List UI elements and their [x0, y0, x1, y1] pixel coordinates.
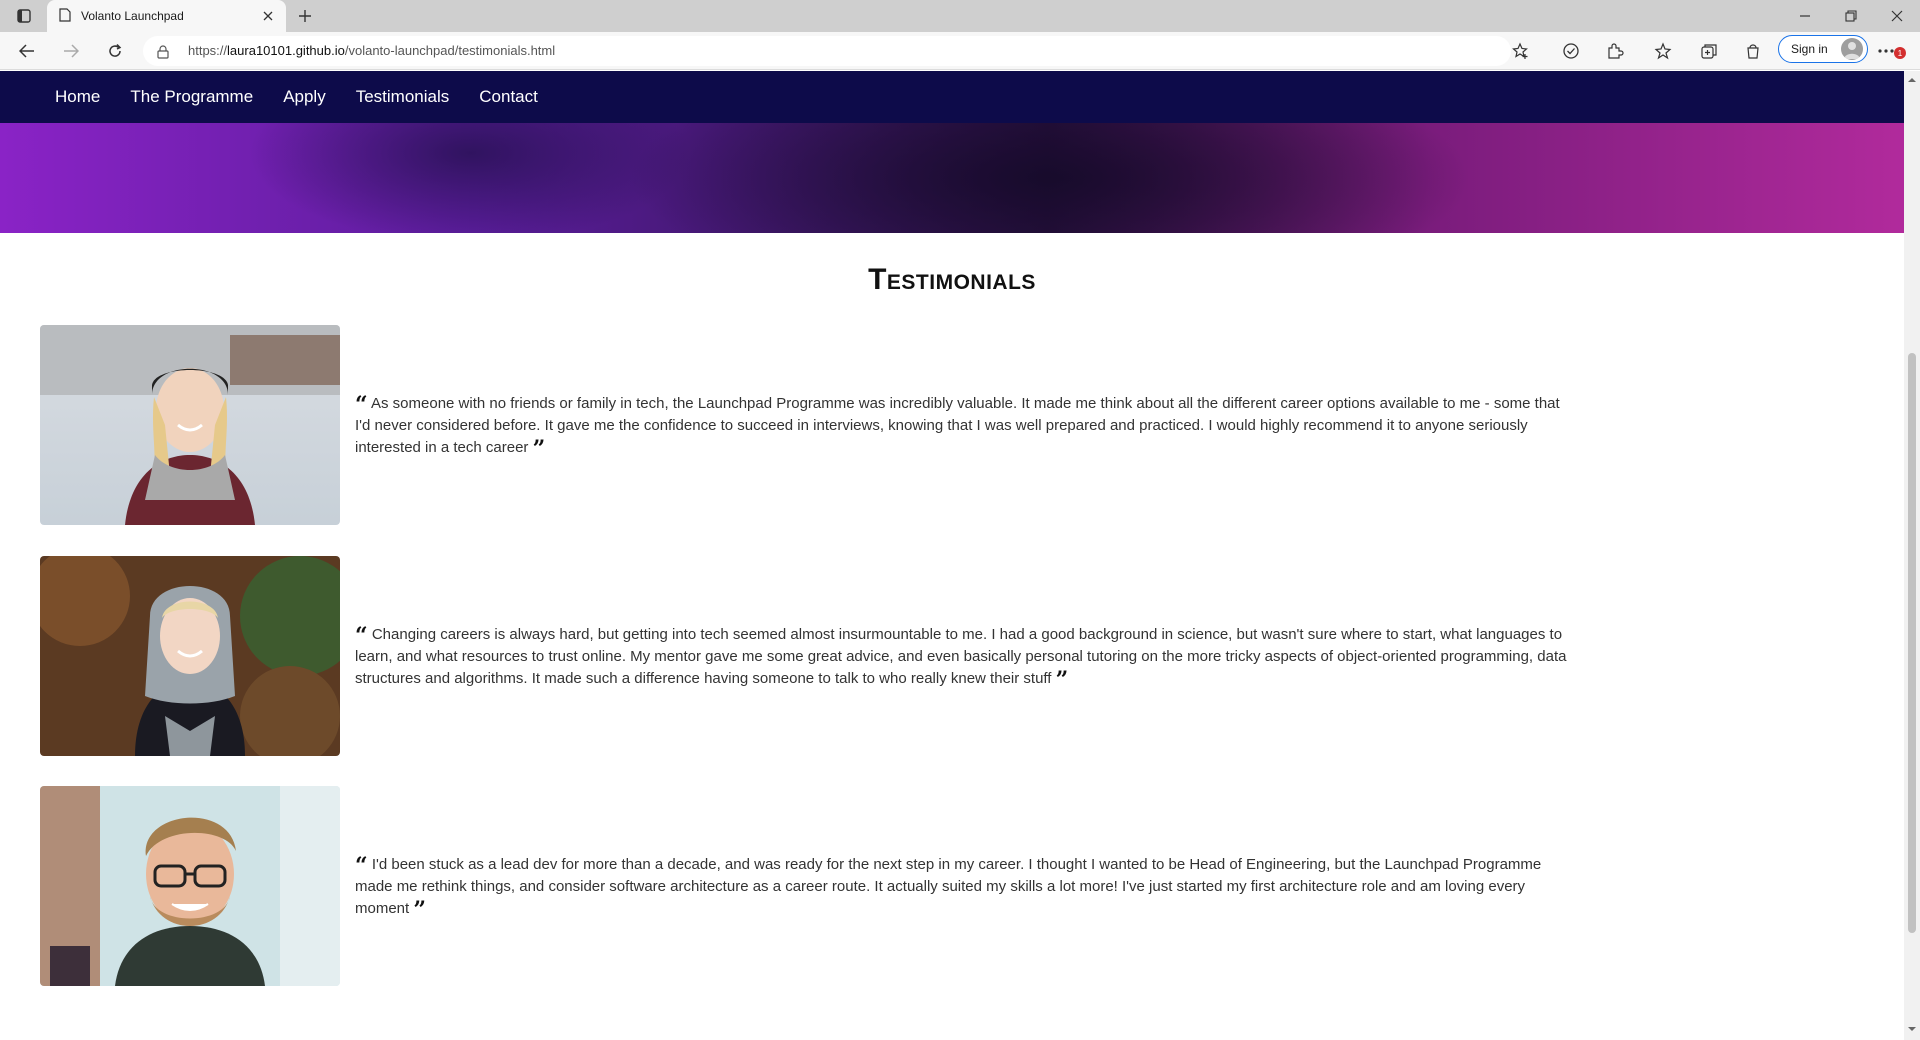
restore-icon[interactable]: [1834, 4, 1868, 28]
close-window-icon[interactable]: [1880, 4, 1914, 28]
testimonial-card: “ As someone with no friends or family i…: [40, 325, 1570, 525]
testimonial-photo: [40, 786, 340, 986]
page-scrollbar[interactable]: [1904, 71, 1920, 1040]
settings-more-icon[interactable]: 1: [1878, 41, 1906, 61]
close-quote-icon: ”: [1055, 667, 1069, 693]
url-text[interactable]: https://laura10101.github.io/volanto-lau…: [188, 43, 555, 58]
browser-toolbar: https://laura10101.github.io/volanto-lau…: [0, 32, 1920, 70]
nav-home[interactable]: Home: [55, 87, 100, 107]
close-tab-icon[interactable]: [260, 8, 276, 24]
sign-in-button[interactable]: Sign in: [1778, 35, 1868, 63]
tab-title: Volanto Launchpad: [81, 9, 184, 23]
browser-tab[interactable]: Volanto Launchpad: [47, 0, 286, 32]
nav-testimonials[interactable]: Testimonials: [356, 87, 450, 107]
extensions-icon[interactable]: [1604, 41, 1626, 61]
new-tab-icon[interactable]: [294, 6, 316, 26]
nav-contact[interactable]: Contact: [479, 87, 538, 107]
notification-badge: 1: [1894, 47, 1906, 59]
open-quote-icon: “: [355, 623, 368, 649]
tab-actions-icon[interactable]: [12, 6, 36, 26]
address-bar[interactable]: https://laura10101.github.io/volanto-lau…: [143, 36, 1528, 66]
back-icon[interactable]: [14, 39, 40, 63]
favorites-icon[interactable]: [1652, 41, 1674, 61]
site-navbar: Home The Programme Apply Testimonials Co…: [0, 71, 1904, 123]
browser-essentials-icon[interactable]: [1560, 41, 1582, 61]
testimonial-photo: [40, 325, 340, 525]
close-quote-icon: ”: [532, 436, 546, 462]
add-favorite-icon[interactable]: [1510, 41, 1532, 61]
page-title: Testimonials: [868, 263, 1036, 296]
reload-icon[interactable]: [102, 39, 128, 63]
sign-in-label: Sign in: [1791, 42, 1828, 56]
lock-icon[interactable]: [157, 44, 171, 59]
testimonial-photo: [40, 556, 340, 756]
page-icon: [59, 7, 71, 26]
shopping-icon[interactable]: [1742, 41, 1764, 61]
testimonial-quote: “ As someone with no friends or family i…: [355, 392, 1570, 462]
testimonial-quote: “ Changing careers is always hard, but g…: [355, 623, 1570, 693]
scroll-up-icon[interactable]: [1907, 75, 1917, 85]
url-prefix: https://: [188, 43, 228, 58]
nav-the-programme[interactable]: The Programme: [130, 87, 253, 107]
testimonial-text: I'd been stuck as a lead dev for more th…: [355, 856, 1542, 917]
close-quote-icon: ”: [413, 897, 427, 923]
scroll-thumb[interactable]: [1908, 353, 1916, 933]
forward-icon[interactable]: [58, 39, 84, 63]
collections-icon[interactable]: [1698, 41, 1720, 61]
nav-apply[interactable]: Apply: [283, 87, 326, 107]
hero-banner: [0, 123, 1904, 233]
url-host: laura10101.github.io: [227, 43, 345, 58]
minimize-icon[interactable]: [1788, 4, 1822, 28]
open-quote-icon: “: [355, 853, 368, 879]
testimonial-card: “ I'd been stuck as a lead dev for more …: [40, 786, 1570, 986]
open-quote-icon: “: [355, 392, 368, 418]
testimonial-quote: “ I'd been stuck as a lead dev for more …: [355, 853, 1570, 923]
testimonial-text: Changing careers is always hard, but get…: [355, 626, 1567, 687]
page-viewport: Home The Programme Apply Testimonials Co…: [0, 71, 1904, 1040]
profile-avatar-icon: [1841, 38, 1863, 60]
browser-tab-strip: Volanto Launchpad: [0, 0, 1920, 32]
scroll-down-icon[interactable]: [1907, 1024, 1917, 1034]
testimonial-card: “ Changing careers is always hard, but g…: [40, 556, 1570, 756]
url-path: /volanto-launchpad/testimonials.html: [344, 43, 556, 58]
